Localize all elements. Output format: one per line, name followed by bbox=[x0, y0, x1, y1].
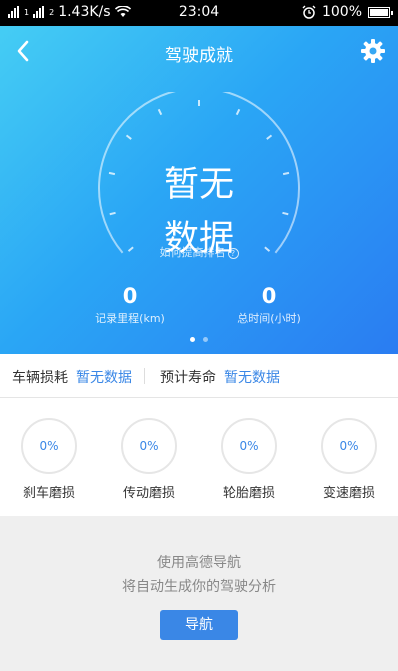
part-brake[interactable]: 0% 刹车磨损 bbox=[0, 418, 99, 501]
gearbox-wear-ring: 0% bbox=[321, 418, 377, 474]
wear-parts: 0% 刹车磨损 0% 传动磨损 0% 轮胎磨损 0% 变速磨损 bbox=[0, 398, 398, 516]
brake-wear-ring: 0% bbox=[21, 418, 77, 474]
page-dot bbox=[190, 337, 195, 342]
status-right: 100% bbox=[302, 4, 393, 20]
prompt-line2: 将自动生成你的驾驶分析 bbox=[122, 579, 276, 595]
gear-icon[interactable] bbox=[360, 38, 386, 64]
vehicle-loss: 车辆损耗 暂无数据 bbox=[12, 367, 132, 387]
page-indicator bbox=[0, 337, 398, 342]
part-gearbox[interactable]: 0% 变速磨损 bbox=[299, 418, 398, 501]
transmission-wear-label: 传动磨损 bbox=[122, 486, 175, 501]
part-tire[interactable]: 0% 轮胎磨损 bbox=[199, 418, 299, 501]
expected-life-label: 预计寿命 bbox=[160, 370, 216, 386]
tire-wear-ring: 0% bbox=[221, 418, 277, 474]
vehicle-loss-label: 车辆损耗 bbox=[12, 370, 68, 386]
battery-fill bbox=[370, 8, 388, 16]
tire-wear-label: 轮胎磨损 bbox=[222, 486, 275, 501]
page-dot bbox=[203, 337, 208, 342]
prompt-line1: 使用高德导航 bbox=[157, 555, 241, 571]
brake-wear-label: 刹车磨损 bbox=[22, 486, 75, 501]
status-bar: 1 2 1.43K/s 23:04 100% bbox=[0, 0, 398, 26]
no-data-line1: 暂无 bbox=[163, 165, 234, 205]
battery-icon bbox=[368, 6, 393, 18]
navigation-prompt: 使用高德导航 将自动生成你的驾驶分析 导航 bbox=[0, 516, 398, 671]
gauge-tick bbox=[235, 108, 241, 116]
question-icon: ? bbox=[227, 248, 239, 259]
time-value: 0 bbox=[261, 284, 277, 308]
transmission-wear-ring: 0% bbox=[121, 418, 177, 474]
alarm-icon bbox=[302, 5, 316, 19]
wear-summary: 车辆损耗 暂无数据 预计寿命 暂无数据 bbox=[0, 354, 398, 398]
divider bbox=[144, 368, 145, 384]
vehicle-loss-value: 暂无数据 bbox=[76, 370, 132, 386]
page-title: 驾驶成就 bbox=[165, 46, 233, 66]
stat-mileage: 0 记录里程(km) bbox=[70, 284, 190, 326]
time-label: 总时间(小时) bbox=[237, 312, 301, 325]
hero-panel: 驾驶成就 暂无 数据 如何提高排名? 0 记录里程(km) 0 总时间(小时) bbox=[0, 26, 398, 354]
part-transmission[interactable]: 0% 传动磨损 bbox=[99, 418, 199, 501]
gearbox-wear-label: 变速磨损 bbox=[322, 486, 375, 501]
stat-time: 0 总时间(小时) bbox=[209, 284, 329, 326]
gauge-tick bbox=[157, 108, 163, 116]
mileage-value: 0 bbox=[122, 284, 138, 308]
mileage-label: 记录里程(km) bbox=[95, 312, 165, 325]
gauge-tick bbox=[125, 134, 132, 140]
expected-life-value: 暂无数据 bbox=[224, 370, 280, 386]
rank-help-link[interactable]: 如何提高排名? bbox=[0, 244, 398, 260]
battery-percent: 100% bbox=[321, 4, 362, 20]
rank-help-label: 如何提高排名 bbox=[159, 246, 226, 259]
gauge-tick bbox=[266, 134, 273, 140]
navigate-button[interactable]: 导航 bbox=[160, 610, 238, 640]
expected-life: 预计寿命 暂无数据 bbox=[160, 367, 280, 387]
